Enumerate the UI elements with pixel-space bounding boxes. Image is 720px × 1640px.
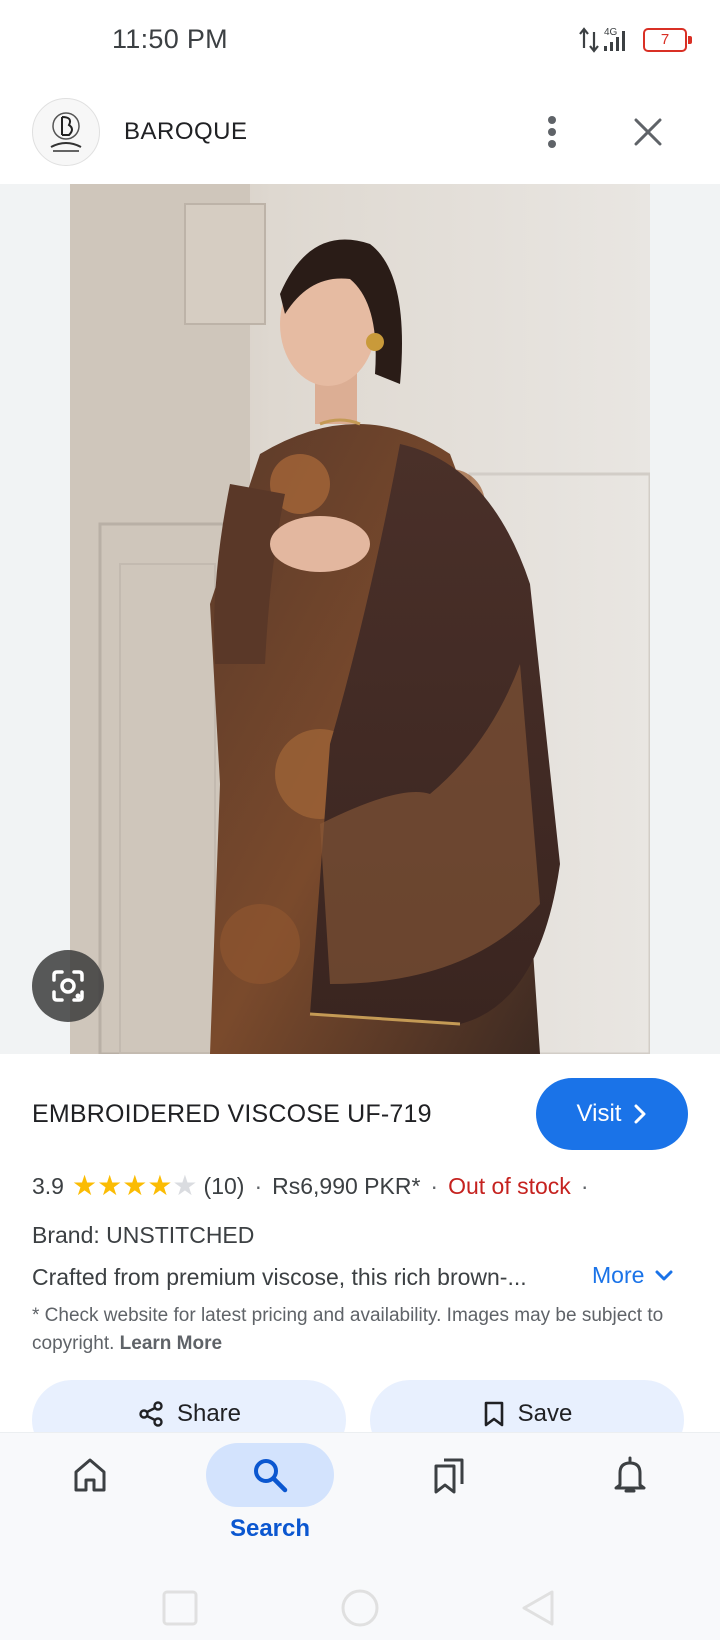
more-vert-icon [548, 116, 556, 148]
rating-price-row: 3.9 ★ ★ ★ ★ ★ (10) · Rs6,990 PKR* · Out … [32, 1172, 598, 1200]
status-bar: 11:50 PM 4G 7 [0, 0, 720, 84]
star-rating: ★ ★ ★ ★ ★ [72, 1172, 198, 1200]
network-type: 4G [604, 27, 618, 38]
nav-search-label: Search [229, 1515, 311, 1542]
nav-collections-pill [386, 1443, 514, 1507]
network-signal-icon: 4G [579, 27, 625, 53]
home-circle-icon[interactable] [341, 1589, 379, 1627]
bottom-navigation: Search [0, 1432, 720, 1580]
review-count: (10) [203, 1172, 245, 1199]
product-title: EMBROIDERED VISCOSE UF-719 [32, 1100, 432, 1128]
merchant-name: BAROQUE [124, 118, 248, 145]
close-icon [634, 118, 662, 146]
more-options-button[interactable] [532, 108, 572, 156]
price: Rs6,990 PKR* [272, 1172, 421, 1199]
nav-search-pill [206, 1443, 334, 1507]
system-navigation-bar [0, 1580, 720, 1640]
brand-logo [32, 98, 100, 166]
product-photo-illustration [70, 184, 650, 1054]
separator-dot: · [580, 1172, 589, 1199]
nav-collections[interactable] [360, 1433, 540, 1581]
baroque-logo-icon [50, 112, 82, 152]
battery-indicator: 7 [643, 28, 692, 52]
google-lens-button[interactable] [32, 950, 104, 1022]
share-label: Share [176, 1400, 242, 1427]
chevron-down-icon [655, 1270, 673, 1280]
nav-notifications[interactable] [540, 1433, 720, 1581]
rating-value: 3.9 [32, 1172, 64, 1199]
star-icon: ★ [97, 1170, 123, 1201]
close-button[interactable] [624, 108, 672, 156]
search-icon [254, 1459, 288, 1493]
separator-dot: · [430, 1172, 439, 1199]
star-icon: ★ [122, 1170, 148, 1201]
nav-home-pill [26, 1443, 154, 1507]
nav-home[interactable] [0, 1433, 180, 1581]
status-time: 11:50 PM [112, 24, 228, 54]
lens-icon [52, 970, 84, 1002]
product-photo[interactable] [70, 184, 650, 1054]
save-label: Save [517, 1400, 573, 1427]
product-description: Crafted from premium viscose, this rich … [32, 1264, 527, 1290]
more-button[interactable]: More [592, 1262, 674, 1289]
product-image-area [0, 184, 720, 1054]
bookmark-icon [484, 1401, 503, 1427]
star-empty-icon: ★ [172, 1170, 198, 1201]
separator-dot: · [254, 1172, 263, 1199]
learn-more-link[interactable]: Learn More [120, 1333, 222, 1354]
brand-line: Brand: UNSTITCHED [32, 1222, 255, 1248]
bell-icon [614, 1456, 646, 1493]
visit-label: Visit [576, 1100, 622, 1127]
disclaimer: * Check website for latest pricing and a… [32, 1302, 672, 1358]
back-icon[interactable] [522, 1590, 554, 1626]
more-label: More [592, 1262, 645, 1288]
nav-notifications-pill [566, 1443, 694, 1507]
share-icon [139, 1401, 163, 1427]
star-icon: ★ [71, 1170, 98, 1201]
chevron-right-icon [634, 1104, 646, 1124]
star-icon: ★ [147, 1170, 173, 1201]
nav-search[interactable]: Search [180, 1433, 360, 1581]
home-icon [74, 1458, 106, 1492]
visit-button[interactable]: Visit [536, 1078, 688, 1150]
stock-status: Out of stock [448, 1172, 571, 1199]
system-nav-buttons [162, 1589, 554, 1627]
collections-icon [434, 1458, 464, 1494]
merchant-header: BAROQUE [0, 84, 720, 184]
product-info-panel: EMBROIDERED VISCOSE UF-719 Visit 3.9 ★ ★… [0, 1054, 720, 1434]
recents-icon[interactable] [162, 1590, 198, 1626]
